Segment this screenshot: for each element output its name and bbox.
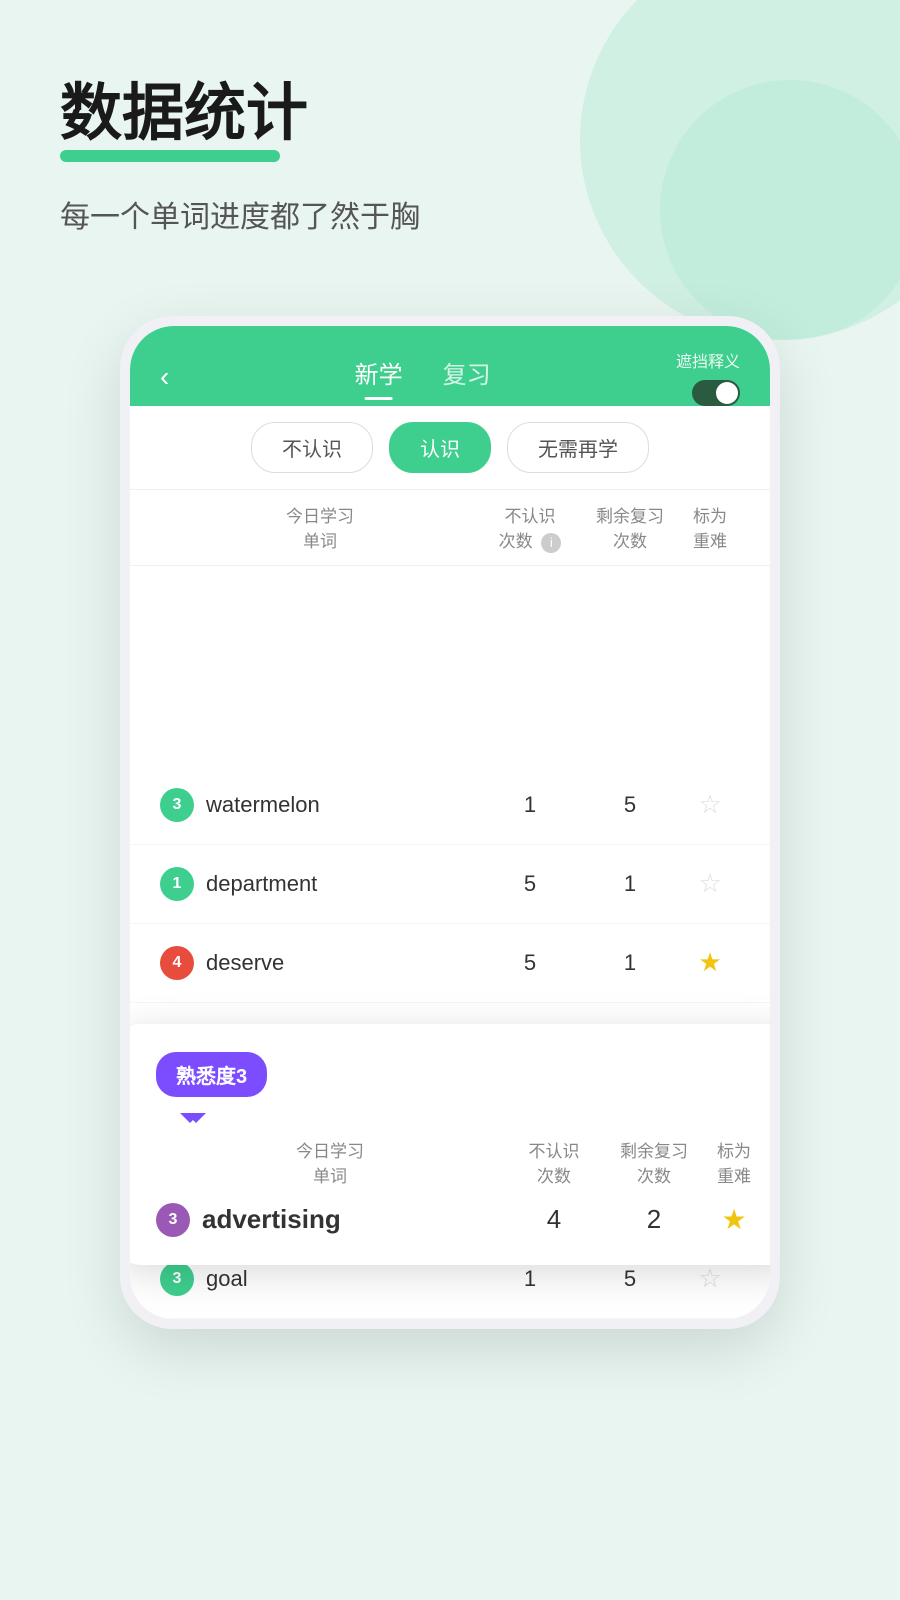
header-today-study: 今日学习 单词	[160, 502, 480, 552]
filter-no-need[interactable]: 无需再学	[507, 422, 649, 473]
star-cell[interactable]: ☆	[680, 1263, 740, 1294]
tooltip-word: advertising	[202, 1204, 341, 1235]
unrecognized-count: 1	[480, 792, 580, 818]
word-info: 1 department	[160, 867, 480, 901]
word-text: goal	[206, 1266, 248, 1292]
star-cell[interactable]: ☆	[680, 868, 740, 899]
phone-wrapper: ‹ 新学 复习 遮挡释义 不认识 认识 无需再学	[0, 316, 900, 1329]
remain-count: 1	[580, 950, 680, 976]
level-badge: 4	[160, 946, 194, 980]
remain-count: 5	[580, 1266, 680, 1292]
tooltip-tag: 熟悉度3	[156, 1052, 267, 1097]
page-title: 数据统计	[60, 80, 840, 148]
tooltip-container: 熟悉度3 今日学习 单词 不认识 次数	[130, 766, 770, 1319]
tooltip-star[interactable]: ★	[704, 1203, 764, 1236]
table-header: 今日学习 单词 不认识 次数 i 剩余复习 次数 标为 重难	[130, 489, 770, 566]
word-row: 4 deserve 5 1 ★	[130, 924, 770, 1003]
back-button[interactable]: ‹	[160, 361, 169, 393]
tooltip-main-row: 3 advertising 4 2 ★	[156, 1203, 764, 1237]
star-empty-icon[interactable]: ☆	[698, 868, 721, 898]
filter-known[interactable]: 认识	[389, 422, 491, 473]
tooltip-unrecognized-count: 4	[504, 1204, 604, 1235]
phone-inner: ‹ 新学 复习 遮挡释义 不认识 认识 无需再学	[130, 326, 770, 1319]
header-mark: 标为 重难	[680, 502, 740, 552]
tooltip-card: 熟悉度3 今日学习 单词 不认识 次数	[130, 1024, 770, 1265]
word-info: 3 goal	[160, 1262, 480, 1296]
star-cell[interactable]: ☆	[680, 789, 740, 820]
unrecognized-count: 1	[480, 1266, 580, 1292]
word-text: department	[206, 871, 317, 897]
header-unrecognized: 不认识 次数 i	[480, 502, 580, 553]
phone-mockup: ‹ 新学 复习 遮挡释义 不认识 认识 无需再学	[120, 316, 780, 1329]
unrecognized-count: 5	[480, 871, 580, 897]
header-remain: 剩余复习 次数	[580, 502, 680, 552]
tooltip-row-header: 今日学习 单词 不认识 次数 剩余复习 次数 标为	[156, 1129, 764, 1195]
word-text: deserve	[206, 950, 284, 976]
star-empty-icon[interactable]: ☆	[698, 1263, 721, 1293]
word-row: 3 watermelon 1 5 ☆	[130, 766, 770, 845]
remain-count: 5	[580, 792, 680, 818]
word-text: watermelon	[206, 792, 320, 818]
subtitle: 每一个单词进度都了然于胸	[60, 192, 840, 236]
filter-tabs: 不认识 认识 无需再学	[130, 406, 770, 489]
tooltip-level-badge: 3	[156, 1203, 190, 1237]
star-empty-icon[interactable]: ☆	[698, 789, 721, 819]
info-icon: i	[541, 533, 561, 553]
word-row: 1 department 5 1 ☆	[130, 845, 770, 924]
word-info: 3 watermelon	[160, 788, 480, 822]
toggle-knob	[716, 382, 738, 404]
tab-review[interactable]: 复习	[443, 355, 491, 400]
level-badge: 3	[160, 1262, 194, 1296]
app-header: ‹ 新学 复习 遮挡释义	[130, 326, 770, 406]
tab-container: 新学 复习	[355, 355, 491, 400]
star-filled-icon[interactable]: ★	[698, 947, 721, 977]
filter-unknown[interactable]: 不认识	[251, 422, 373, 473]
word-info: 4 deserve	[160, 946, 480, 980]
remain-count: 1	[580, 871, 680, 897]
tab-new[interactable]: 新学	[355, 355, 403, 400]
hide-meaning-label: 遮挡释义	[676, 348, 740, 372]
level-badge: 1	[160, 867, 194, 901]
star-cell[interactable]: ★	[680, 947, 740, 978]
unrecognized-count: 5	[480, 950, 580, 976]
tooltip-word-info: 3 advertising	[156, 1203, 504, 1237]
tooltip-remain-count: 2	[604, 1204, 704, 1235]
header-section: 数据统计 每一个单词进度都了然于胸	[0, 0, 900, 256]
toggle-switch[interactable]	[692, 380, 740, 406]
level-badge: 3	[160, 788, 194, 822]
title-underline	[60, 150, 280, 162]
header-right: 遮挡释义	[676, 348, 740, 406]
tooltip-arrow	[180, 1113, 200, 1123]
